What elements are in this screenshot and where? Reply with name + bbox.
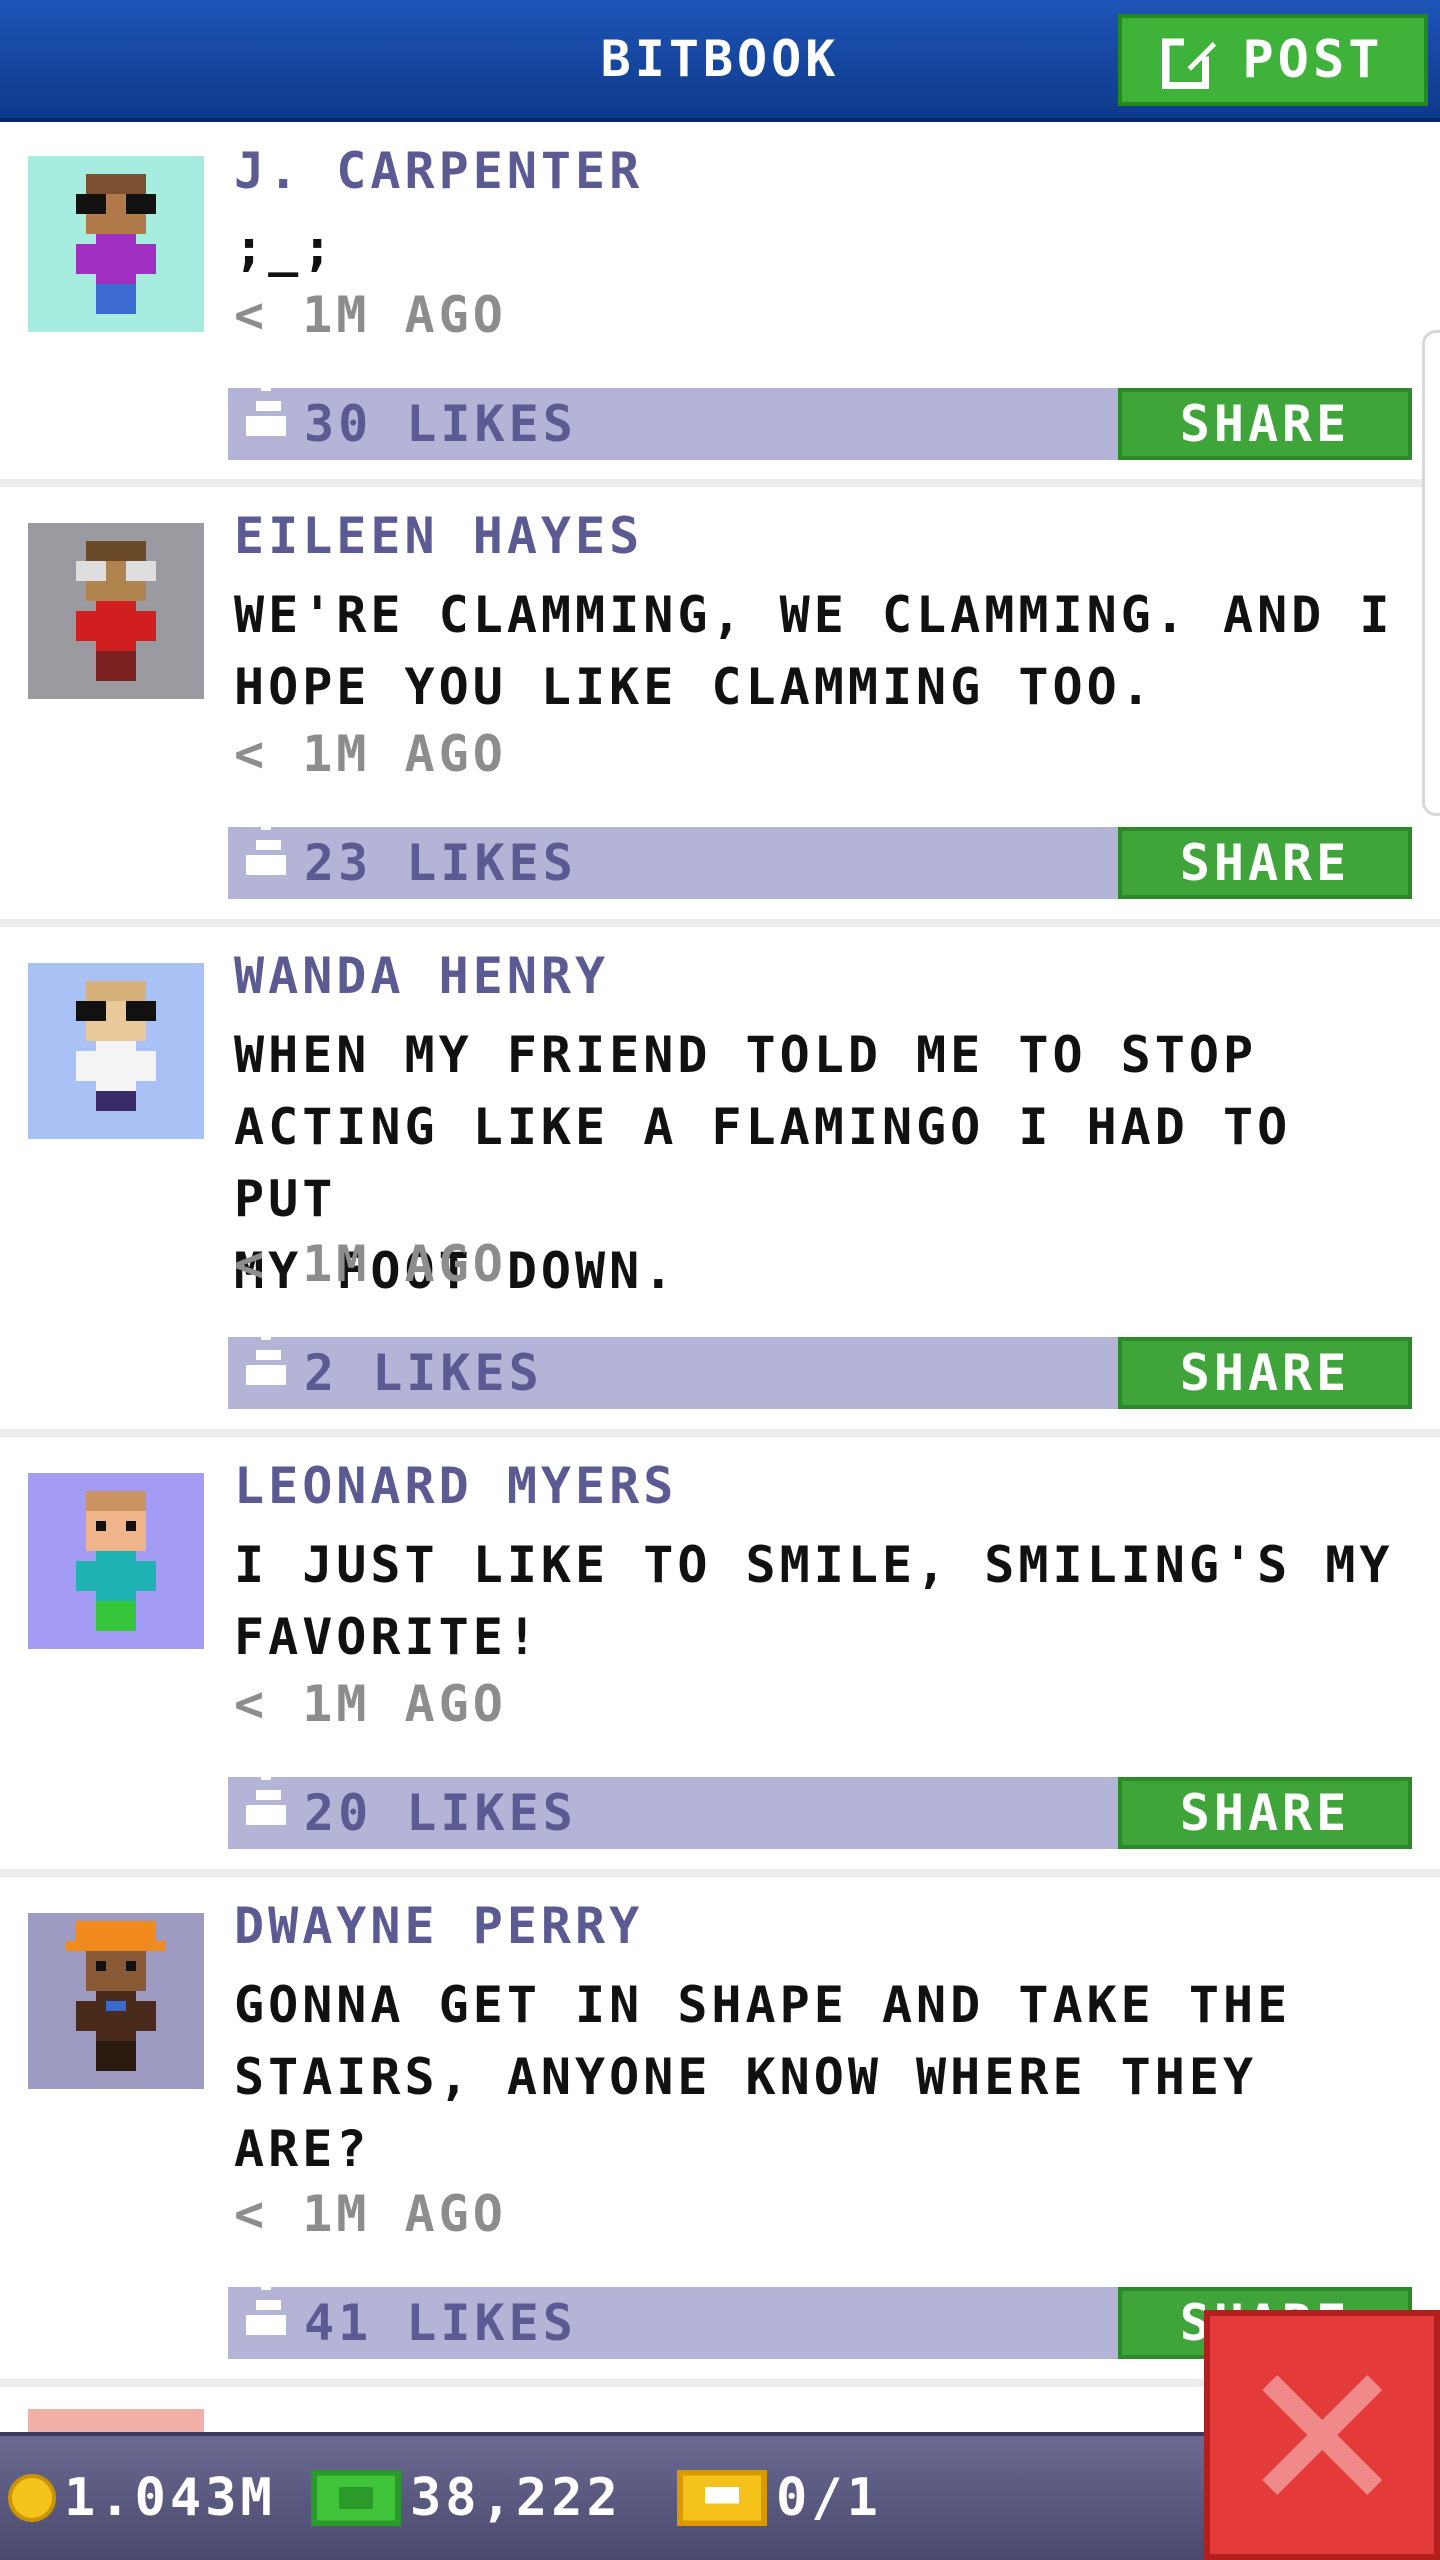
post-author[interactable]: WANDA HENRY (234, 947, 609, 1005)
post-divider (0, 479, 1440, 487)
news-feed[interactable]: J. CARPENTER ;_; < 1M AGO 30 LIKES SHARE (0, 122, 1440, 2432)
coins-value: 1.043M (64, 2468, 276, 2528)
post-message: I JUST LIKE TO SMILE, SMILING'S MY FAVOR… (234, 1536, 1394, 1666)
post-button-label: POST (1242, 30, 1384, 90)
likes-bar: 20 LIKES SHARE (228, 1765, 1412, 1849)
post-time: < 1M AGO (234, 1235, 507, 1293)
post-button[interactable]: POST (1118, 14, 1428, 106)
ticket-icon (677, 2470, 767, 2526)
post-time: < 1M AGO (234, 286, 507, 344)
feed-post: WANDA HENRY WHEN MY FRIEND TOLD ME TO ST… (0, 927, 1440, 1437)
bux-value: 38,222 (410, 2468, 622, 2528)
post-time: < 1M AGO (234, 2185, 507, 2243)
scrollbar[interactable] (1422, 330, 1440, 816)
thumbs-up-icon (246, 1765, 286, 1825)
avatar[interactable] (28, 2409, 204, 2432)
likes-bar: 30 LIKES SHARE (228, 376, 1412, 460)
post-author[interactable]: LEONARD MYERS (234, 1457, 677, 1515)
likes-count: 41 LIKES (304, 2294, 577, 2352)
post-author[interactable]: DWAYNE PERRY (234, 1897, 643, 1955)
share-button[interactable]: SHARE (1118, 1337, 1412, 1409)
post-time: < 1M AGO (234, 1675, 507, 1733)
post-time: < 1M AGO (234, 725, 507, 783)
app-header: BITBOOK POST (0, 0, 1440, 122)
vip-stat: 0/1 (676, 2436, 882, 2560)
post-divider (0, 1429, 1440, 1437)
likes-count: 2 LIKES (304, 1344, 543, 1402)
likes-count: 23 LIKES (304, 834, 577, 892)
share-button[interactable]: SHARE (1118, 827, 1412, 899)
post-author[interactable]: EILEEN HAYES (234, 507, 643, 565)
avatar[interactable] (28, 156, 204, 332)
vip-value: 0/1 (776, 2468, 882, 2528)
avatar[interactable] (28, 963, 204, 1139)
post-message: GONNA GET IN SHAPE AND TAKE THE STAIRS, … (234, 1976, 1292, 2178)
avatar[interactable] (28, 1473, 204, 1649)
post-divider (0, 1869, 1440, 1877)
likes-count: 30 LIKES (304, 395, 577, 453)
bux-icon (311, 2470, 401, 2526)
feed-post: J. CARPENTER ;_; < 1M AGO 30 LIKES SHARE (0, 122, 1440, 487)
thumbs-up-icon (246, 376, 286, 436)
likes-count: 20 LIKES (304, 1784, 577, 1842)
bux-stat: 38,222 (310, 2436, 622, 2560)
thumbs-up-icon (246, 2275, 286, 2335)
share-button[interactable]: SHARE (1118, 388, 1412, 460)
post-message: ;_; (234, 219, 337, 277)
close-icon (1262, 2375, 1382, 2495)
close-button[interactable] (1204, 2310, 1440, 2560)
feed-post: LEONARD MYERS I JUST LIKE TO SMILE, SMIL… (0, 1437, 1440, 1877)
thumbs-up-icon (246, 1325, 286, 1385)
avatar[interactable] (28, 523, 204, 699)
edit-icon (1162, 34, 1217, 89)
coins-stat: 1.043M (8, 2436, 276, 2560)
likes-bar: 2 LIKES SHARE (228, 1325, 1412, 1409)
post-divider (0, 919, 1440, 927)
thumbs-up-icon (246, 815, 286, 875)
post-message: WE'RE CLAMMING, WE CLAMMING. AND I HOPE … (234, 586, 1394, 716)
share-button[interactable]: SHARE (1118, 1777, 1412, 1849)
feed-post: EILEEN HAYES WE'RE CLAMMING, WE CLAMMING… (0, 487, 1440, 927)
coin-icon (8, 2474, 56, 2522)
post-author[interactable]: J. CARPENTER (234, 142, 643, 200)
avatar[interactable] (28, 1913, 204, 2089)
likes-bar: 23 LIKES SHARE (228, 815, 1412, 899)
